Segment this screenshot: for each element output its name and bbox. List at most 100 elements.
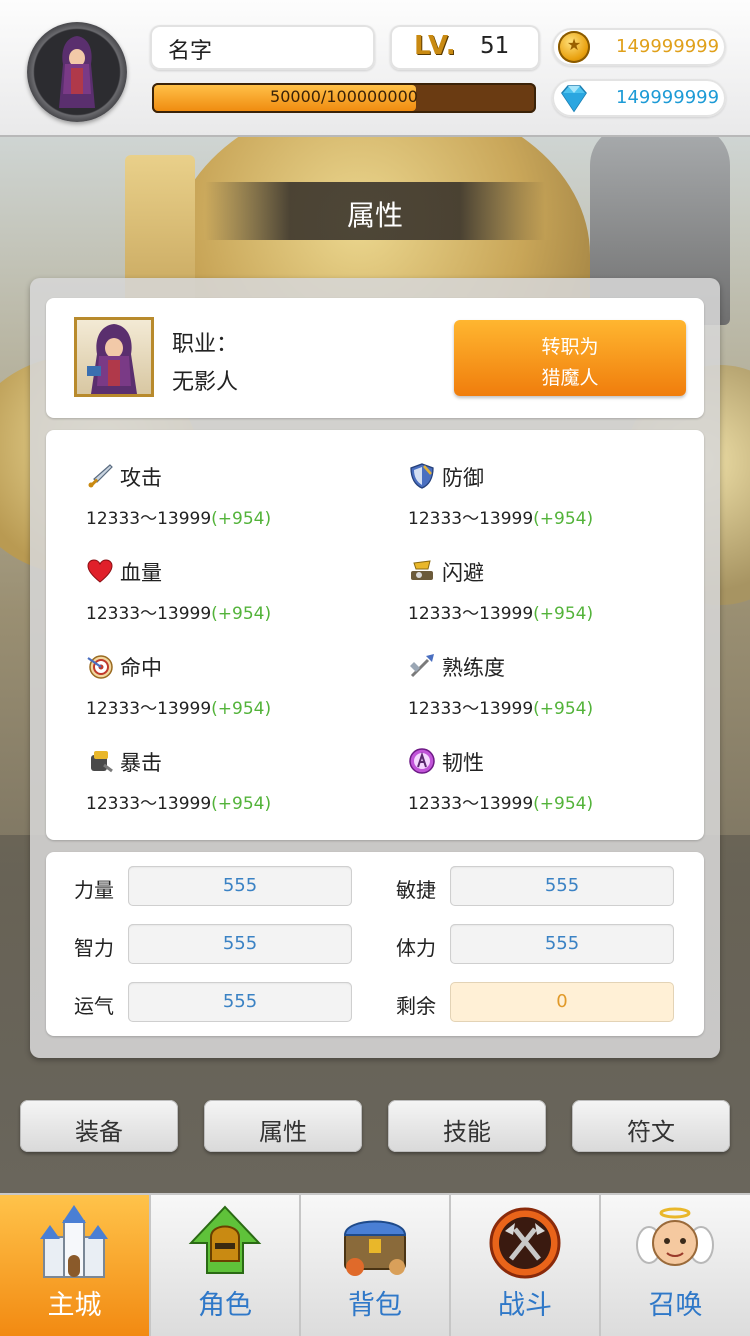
nav-label: 主城 xyxy=(47,1290,102,1321)
stat-defense: 防御 12333～13999(+954) xyxy=(408,460,708,540)
subtab-runes[interactable]: 符文 xyxy=(572,1100,730,1152)
change-job-line2: 猎魔人 xyxy=(541,367,599,389)
stat-name: 血量 xyxy=(120,561,162,585)
nav-label: 召唤 xyxy=(648,1290,703,1321)
stat-dodge: 闪避 12333～13999(+954) xyxy=(408,555,708,635)
stat-name: 攻击 xyxy=(120,466,162,490)
stat-range: 12333～13999(+954) xyxy=(408,509,594,529)
player-avatar[interactable] xyxy=(27,22,127,122)
attr-value-field[interactable]: 555 xyxy=(450,866,674,906)
nav-label: 背包 xyxy=(348,1290,402,1321)
subtab-label: 属性 xyxy=(259,1118,307,1146)
dodge-icon xyxy=(411,560,433,580)
attr-luck: 运气 555 xyxy=(74,982,374,1022)
gold-coin-icon xyxy=(558,31,590,63)
critical-icon xyxy=(91,751,113,773)
page-title: 属性 xyxy=(346,199,403,232)
page-title-band: 属性 xyxy=(205,182,545,240)
attr-value: 555 xyxy=(544,933,580,954)
stat-range: 12333～13999(+954) xyxy=(408,794,594,814)
stat-range: 12333～13999(+954) xyxy=(86,604,272,624)
stats-card: 攻击 12333～13999(+954) 防御 12333～13999(+954… xyxy=(46,430,704,840)
job-name: 无影人 xyxy=(172,370,239,395)
player-name-box: 名字 xyxy=(150,25,375,70)
attr-label: 敏捷 xyxy=(396,878,436,902)
stat-range: 12333～13999(+954) xyxy=(86,794,272,814)
stat-bonus: (+954) xyxy=(211,699,272,719)
stat-bonus: (+954) xyxy=(211,794,272,814)
subtab-label: 技能 xyxy=(443,1118,491,1146)
stat-bonus: (+954) xyxy=(533,794,594,814)
attr-agility: 敏捷 555 xyxy=(396,866,696,906)
stat-range: 12333～13999(+954) xyxy=(408,604,594,624)
attr-value-field[interactable]: 555 xyxy=(128,982,352,1022)
gem-amount: 149999999 xyxy=(616,87,720,108)
stat-accuracy: 命中 12333～13999(+954) xyxy=(86,650,386,730)
subtab-attributes[interactable]: 属性 xyxy=(204,1100,362,1152)
bottom-nav: 主城 角色 背包 战斗 召唤 xyxy=(0,1193,750,1336)
attr-value-field[interactable]: 555 xyxy=(450,924,674,964)
stat-range: 12333～13999(+954) xyxy=(86,509,272,529)
stat-attack: 攻击 12333～13999(+954) xyxy=(86,460,386,540)
stat-name: 闪避 xyxy=(442,561,484,585)
player-name: 名字 xyxy=(168,39,213,64)
proficiency-icon xyxy=(410,654,434,678)
hooded-mage-icon xyxy=(87,324,137,394)
change-job-line1: 转职为 xyxy=(541,336,599,358)
base-attributes-card: 力量 555 敏捷 555 智力 555 体力 555 运气 555 剩余 0 xyxy=(46,852,704,1036)
stat-range: 12333～13999(+954) xyxy=(408,699,594,719)
attr-label: 力量 xyxy=(74,878,114,902)
nav-main-city[interactable]: 主城 xyxy=(0,1195,151,1336)
nav-label: 角色 xyxy=(198,1290,252,1321)
stat-proficiency: 熟练度 12333～13999(+954) xyxy=(408,650,708,730)
job-portrait xyxy=(74,317,154,397)
attr-intelligence: 智力 555 xyxy=(74,924,374,964)
gem-counter[interactable]: 149999999 xyxy=(552,79,726,117)
gold-counter[interactable]: 149999999 xyxy=(552,28,726,66)
attr-value: 555 xyxy=(222,933,258,954)
attr-value: 555 xyxy=(222,875,258,896)
heart-icon xyxy=(87,559,113,583)
stat-bonus: (+954) xyxy=(533,509,594,529)
gold-amount: 149999999 xyxy=(616,36,720,57)
stat-range: 12333～13999(+954) xyxy=(86,699,272,719)
top-header: 名字 LV. 51 50000/100000000 149999999 1499… xyxy=(0,0,750,137)
nav-backpack[interactable]: 背包 xyxy=(301,1195,451,1336)
castle-icon xyxy=(40,1205,108,1278)
job-card: 职业： 无影人 转职为 猎魔人 xyxy=(46,298,704,418)
battle-axe-icon xyxy=(489,1207,561,1279)
level-box: LV. 51 xyxy=(390,25,540,70)
subtab-label: 符文 xyxy=(627,1118,675,1146)
subtab-skills[interactable]: 技能 xyxy=(388,1100,546,1152)
subtab-equipment[interactable]: 装备 xyxy=(20,1100,178,1152)
helmet-icon xyxy=(188,1205,262,1274)
stat-name: 韧性 xyxy=(442,751,484,775)
attr-value-field[interactable]: 555 xyxy=(128,924,352,964)
stat-bonus: (+954) xyxy=(211,604,272,624)
shield-icon xyxy=(410,463,434,489)
attr-remaining-field: 0 xyxy=(450,982,674,1022)
change-job-button[interactable]: 转职为 猎魔人 xyxy=(454,320,686,396)
attr-label: 运气 xyxy=(74,994,114,1018)
attr-value: 555 xyxy=(222,991,258,1012)
angel-icon xyxy=(636,1207,714,1266)
diamond-icon xyxy=(561,85,587,113)
attr-label: 剩余 xyxy=(396,994,436,1018)
xp-progress-text: 50000/100000000 xyxy=(270,87,418,106)
nav-battle[interactable]: 战斗 xyxy=(451,1195,601,1336)
attr-strength: 力量 555 xyxy=(74,866,374,906)
attr-stamina: 体力 555 xyxy=(396,924,696,964)
stat-bonus: (+954) xyxy=(533,604,594,624)
nav-character[interactable]: 角色 xyxy=(151,1195,301,1336)
attribute-panel: 职业： 无影人 转职为 猎魔人 攻击 12333～13999(+954) 防御 … xyxy=(30,278,720,1058)
stat-toughness: 韧性 12333～13999(+954) xyxy=(408,745,708,825)
stat-name: 暴击 xyxy=(120,751,162,775)
stat-hp: 血量 12333～13999(+954) xyxy=(86,555,386,635)
nav-summon[interactable]: 召唤 xyxy=(601,1195,750,1336)
attr-label: 智力 xyxy=(74,936,114,960)
stat-name: 熟练度 xyxy=(442,656,505,680)
attr-remaining: 剩余 0 xyxy=(396,982,696,1022)
attr-value: 555 xyxy=(544,875,580,896)
chest-icon xyxy=(343,1220,407,1276)
attr-value-field[interactable]: 555 xyxy=(128,866,352,906)
